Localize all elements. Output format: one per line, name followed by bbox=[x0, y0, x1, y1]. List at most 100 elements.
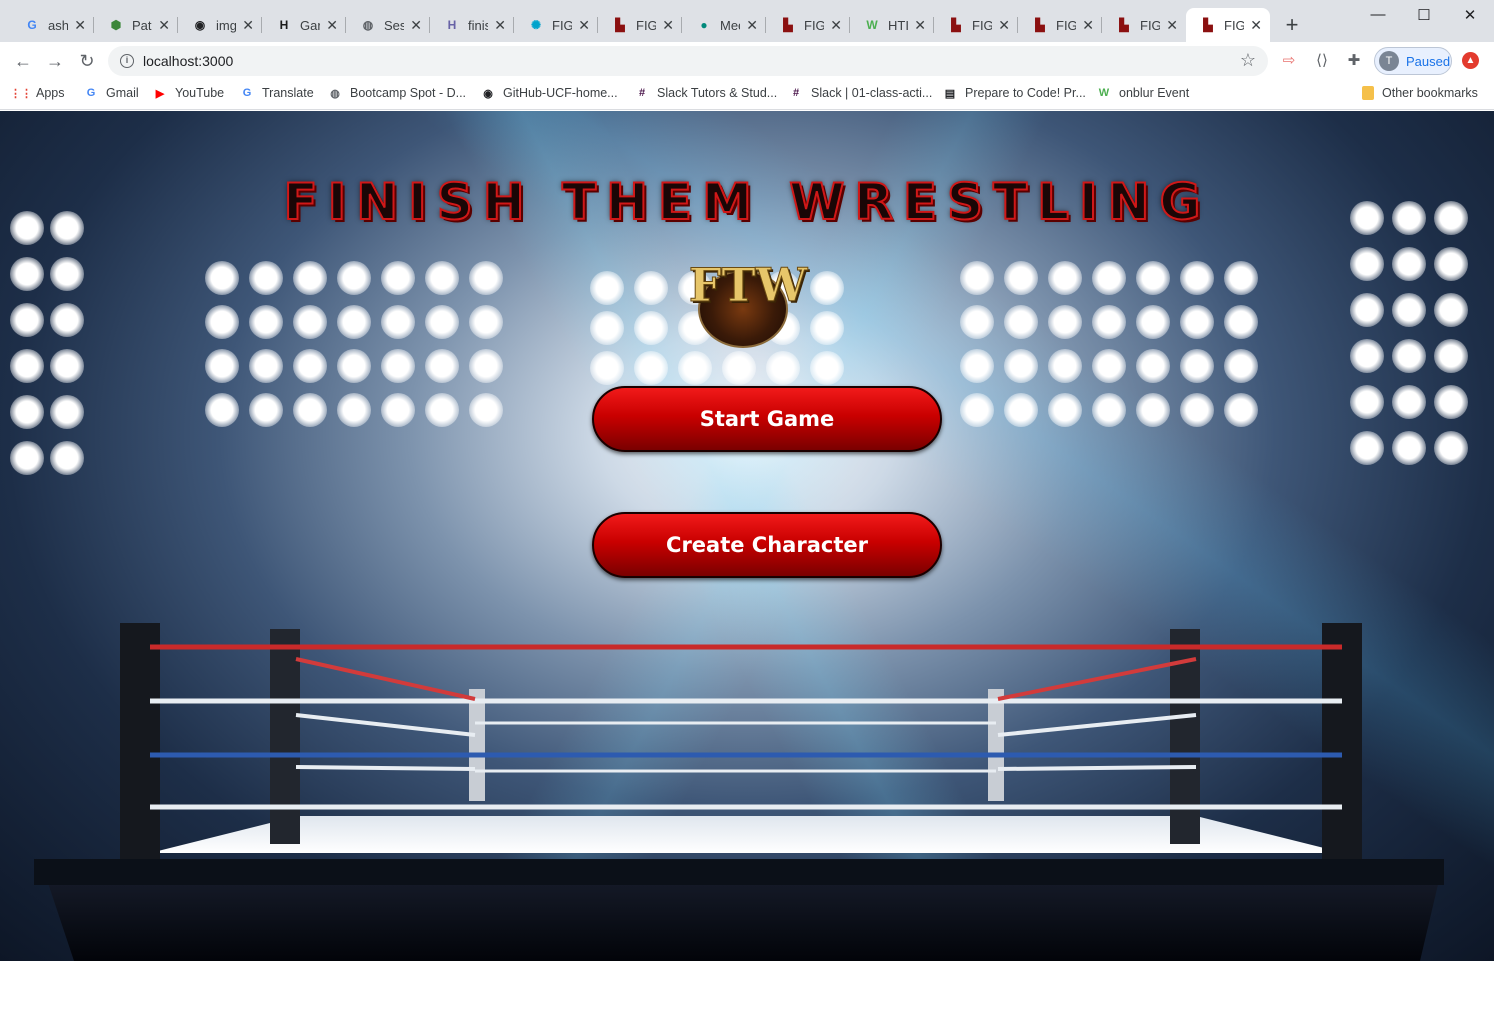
bookmark-8[interactable]: # Slack | 01-class-acti... bbox=[789, 86, 932, 100]
tab-title: ash bbox=[48, 17, 68, 33]
hn-icon: H bbox=[279, 18, 289, 32]
minimize-icon[interactable]: — bbox=[1368, 6, 1388, 23]
close-tab-icon[interactable]: ✕ bbox=[1166, 17, 1178, 33]
reload-icon[interactable]: ↻ bbox=[76, 50, 98, 72]
globe-icon: ◍ bbox=[330, 87, 340, 100]
apps-grid-icon: ⋮⋮ bbox=[10, 87, 32, 100]
close-window-icon[interactable]: ✕ bbox=[1460, 6, 1480, 24]
browser-toolbar: ← → ↻ i localhost:3000 ☆ ⇨ ⟨⟩ ✚ T Paused… bbox=[0, 42, 1494, 80]
back-icon[interactable]: ← bbox=[12, 50, 34, 72]
tab-title: FIGI bbox=[972, 17, 992, 33]
close-tab-icon[interactable]: ✕ bbox=[74, 17, 86, 33]
update-alert-icon[interactable]: ▲ bbox=[1462, 52, 1479, 69]
slack-icon: # bbox=[792, 87, 800, 99]
close-tab-icon[interactable]: ✕ bbox=[158, 17, 170, 33]
close-tab-icon[interactable]: ✕ bbox=[662, 17, 674, 33]
tab-5[interactable]: ◍ Ses ✕ bbox=[346, 8, 430, 42]
react-icon: ✺ bbox=[530, 18, 542, 32]
close-tab-icon[interactable]: ✕ bbox=[242, 17, 254, 33]
close-tab-icon[interactable]: ✕ bbox=[1082, 17, 1094, 33]
bookmark-7[interactable]: # Slack Tutors & Stud... bbox=[635, 86, 777, 100]
tab-title: FIGI bbox=[1224, 17, 1244, 33]
w3schools-icon: W bbox=[1098, 87, 1110, 99]
tab-4[interactable]: H Gar ✕ bbox=[262, 8, 346, 42]
tab-9[interactable]: ● Mee ✕ bbox=[682, 8, 766, 42]
close-tab-icon[interactable]: ✕ bbox=[914, 17, 926, 33]
ftw-tab-icon: ▙ bbox=[615, 18, 625, 32]
tab-2[interactable]: ⬢ Path ✕ bbox=[94, 8, 178, 42]
logo-text: FTW bbox=[688, 258, 808, 313]
other-bookmarks[interactable]: Other bookmarks bbox=[1362, 86, 1478, 100]
tab-14[interactable]: ▙ FIGI ✕ bbox=[1102, 8, 1186, 42]
bookmark-5[interactable]: ◍ Bootcamp Spot - D... bbox=[328, 86, 466, 100]
close-tab-icon[interactable]: ✕ bbox=[746, 17, 758, 33]
profile-button[interactable]: T Paused bbox=[1374, 47, 1452, 75]
bookmark-star-icon[interactable]: ☆ bbox=[1240, 50, 1256, 71]
bookmark-label: Gmail bbox=[106, 86, 139, 100]
tab-13[interactable]: ▙ FIGI ✕ bbox=[1018, 8, 1102, 42]
new-tab-button[interactable]: + bbox=[1280, 14, 1304, 36]
tab-1[interactable]: Gash ✕ bbox=[10, 8, 94, 42]
google-icon: G bbox=[27, 18, 37, 32]
bookmark-label: Slack | 01-class-acti... bbox=[811, 86, 933, 100]
folder-icon bbox=[1362, 86, 1374, 100]
create-character-button[interactable]: Create Character bbox=[592, 512, 942, 578]
game-title: FINISH THEM WRESTLING bbox=[282, 172, 1211, 232]
ring-mat bbox=[150, 816, 1344, 853]
back-post-right bbox=[988, 689, 1004, 801]
tab-12[interactable]: ▙ FIGI ✕ bbox=[934, 8, 1018, 42]
address-bar[interactable]: i localhost:3000 ☆ bbox=[108, 46, 1268, 76]
url-text[interactable]: localhost:3000 bbox=[143, 53, 233, 69]
bookmark-2[interactable]: G Gmail bbox=[84, 86, 139, 100]
side-rope-left-2 bbox=[295, 713, 476, 737]
maximize-icon[interactable]: ☐ bbox=[1414, 6, 1434, 24]
side-rope-left-3 bbox=[295, 765, 476, 771]
profile-status: Paused bbox=[1406, 54, 1451, 69]
bookmark-label: Bootcamp Spot - D... bbox=[350, 86, 467, 100]
tab-strip: Gash✕⬢Path✕◉img✕HGar✕◍Ses✕Hfinis✕✺FIGI✕▙… bbox=[0, 0, 1494, 42]
close-tab-icon[interactable]: ✕ bbox=[326, 17, 338, 33]
tab-15[interactable]: ▙ FIGI ✕ bbox=[1186, 8, 1270, 42]
close-tab-icon[interactable]: ✕ bbox=[830, 17, 842, 33]
ring-edge bbox=[34, 859, 1444, 885]
tab-7[interactable]: ✺ FIGI ✕ bbox=[514, 8, 598, 42]
side-rope-right-2 bbox=[997, 713, 1197, 737]
close-tab-icon[interactable]: ✕ bbox=[1250, 17, 1262, 33]
start-game-button[interactable]: Start Game bbox=[592, 386, 942, 452]
github-icon: ◉ bbox=[194, 18, 206, 32]
ftw-tab-icon: ▙ bbox=[1035, 18, 1045, 32]
side-rope-left-top bbox=[295, 657, 476, 701]
bookmark-10[interactable]: Wonblur Event bbox=[1097, 86, 1189, 100]
close-tab-icon[interactable]: ✕ bbox=[998, 17, 1010, 33]
extension-cast-icon[interactable]: ⇨ bbox=[1280, 52, 1298, 70]
bookmark-label: Apps bbox=[36, 86, 65, 100]
translate-icon: G bbox=[242, 87, 252, 99]
close-tab-icon[interactable]: ✕ bbox=[578, 17, 590, 33]
bookmark-1[interactable]: ⋮⋮ Apps bbox=[10, 86, 65, 100]
bookmark-label: YouTube bbox=[175, 86, 225, 100]
front-post-right bbox=[1322, 623, 1362, 859]
html-icon: W bbox=[866, 18, 878, 32]
close-tab-icon[interactable]: ✕ bbox=[494, 17, 506, 33]
avatar: T bbox=[1379, 51, 1399, 71]
tab-11[interactable]: W HTI ✕ bbox=[850, 8, 934, 42]
bookmark-4[interactable]: G Translate bbox=[240, 86, 314, 100]
site-info-icon[interactable]: i bbox=[120, 54, 134, 68]
bookmark-9[interactable]: ▤ Prepare to Code! Pr... bbox=[943, 86, 1086, 100]
side-rope-right-top bbox=[997, 657, 1197, 701]
side-rope-right-3 bbox=[997, 765, 1197, 771]
bookmark-6[interactable]: ◉ GitHub-UCF-home... bbox=[481, 86, 617, 100]
tab-8[interactable]: ▙ FIGI ✕ bbox=[598, 8, 682, 42]
google-icon: G bbox=[86, 87, 96, 99]
tab-10[interactable]: ▙ FIGI ✕ bbox=[766, 8, 850, 42]
bookmark-3[interactable]: ▶ YouTube bbox=[153, 86, 224, 100]
forward-icon[interactable]: → bbox=[44, 50, 66, 72]
extension-code-icon[interactable]: ⟨⟩ bbox=[1313, 52, 1331, 70]
tab-title: FIGI bbox=[804, 17, 824, 33]
extensions-puzzle-icon[interactable]: ✚ bbox=[1345, 52, 1363, 70]
close-tab-icon[interactable]: ✕ bbox=[410, 17, 422, 33]
tab-title: finis bbox=[468, 17, 488, 33]
github-icon: ◉ bbox=[483, 87, 493, 100]
tab-3[interactable]: ◉ img ✕ bbox=[178, 8, 262, 42]
tab-6[interactable]: Hfinis ✕ bbox=[430, 8, 514, 42]
